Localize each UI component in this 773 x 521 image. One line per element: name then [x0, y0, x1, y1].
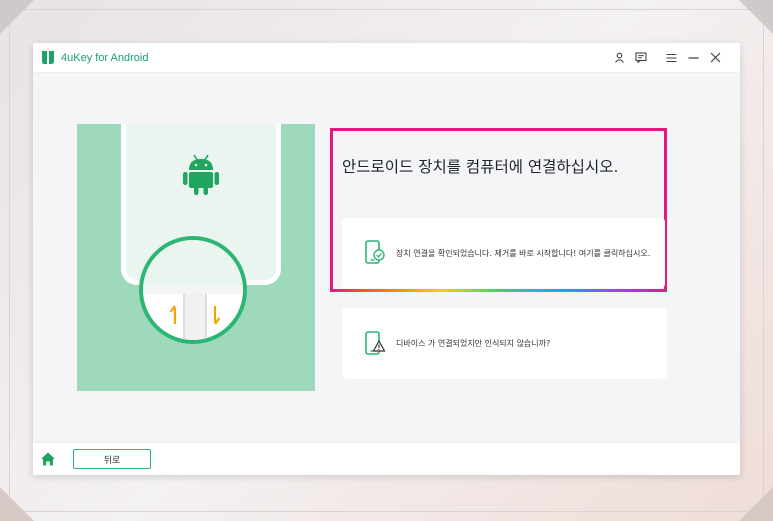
arrow-down-icon [213, 306, 221, 325]
page-title: 안드로이드 장치를 컴퓨터에 연결하십시오. [342, 158, 619, 176]
android-icon [183, 154, 219, 195]
app-title: 4uKey for Android [61, 51, 149, 64]
title-bar: 4uKey for Android [33, 43, 740, 73]
phone-check-icon [364, 240, 386, 266]
phone-warning-icon [364, 330, 386, 357]
back-button[interactable]: 뒤로 [73, 449, 151, 469]
feedback-icon[interactable] [630, 47, 652, 69]
device-not-recognized-card[interactable]: 디바이스 가 연결되었지만 인식되지 않습니까? [342, 308, 667, 379]
frame-corner [0, 487, 34, 521]
title-bar-controls [608, 43, 726, 72]
menu-icon[interactable] [660, 47, 682, 69]
usb-cable [183, 294, 207, 340]
bottom-bar: 뒤로 [33, 442, 740, 475]
home-icon[interactable] [40, 451, 56, 467]
device-not-recognized-text: 디바이스 가 연결되었지만 인식되지 않습니까? [396, 339, 551, 348]
user-icon[interactable] [608, 47, 630, 69]
frame-corner [0, 0, 34, 34]
usb-port-magnifier [139, 236, 247, 344]
minimize-icon[interactable] [682, 47, 704, 69]
connect-illustration [77, 124, 315, 391]
app-window: 4uKey for Android 안드로이드 장치를 컴퓨터에 연결하십시오.… [33, 43, 740, 475]
device-connected-card[interactable]: 장치 연결을 확인되었습니다. 제거를 바로 시작합니다! 여기를 클릭하십시오… [342, 218, 665, 288]
arrow-up-icon [169, 305, 177, 324]
device-connected-text: 장치 연결을 확인되었습니다. 제거를 바로 시작합니다! 여기를 클릭하십시오… [396, 248, 651, 258]
frame-corner [739, 0, 773, 34]
frame-corner [739, 487, 773, 521]
close-icon[interactable] [704, 47, 726, 69]
app-logo-icon [40, 49, 57, 66]
